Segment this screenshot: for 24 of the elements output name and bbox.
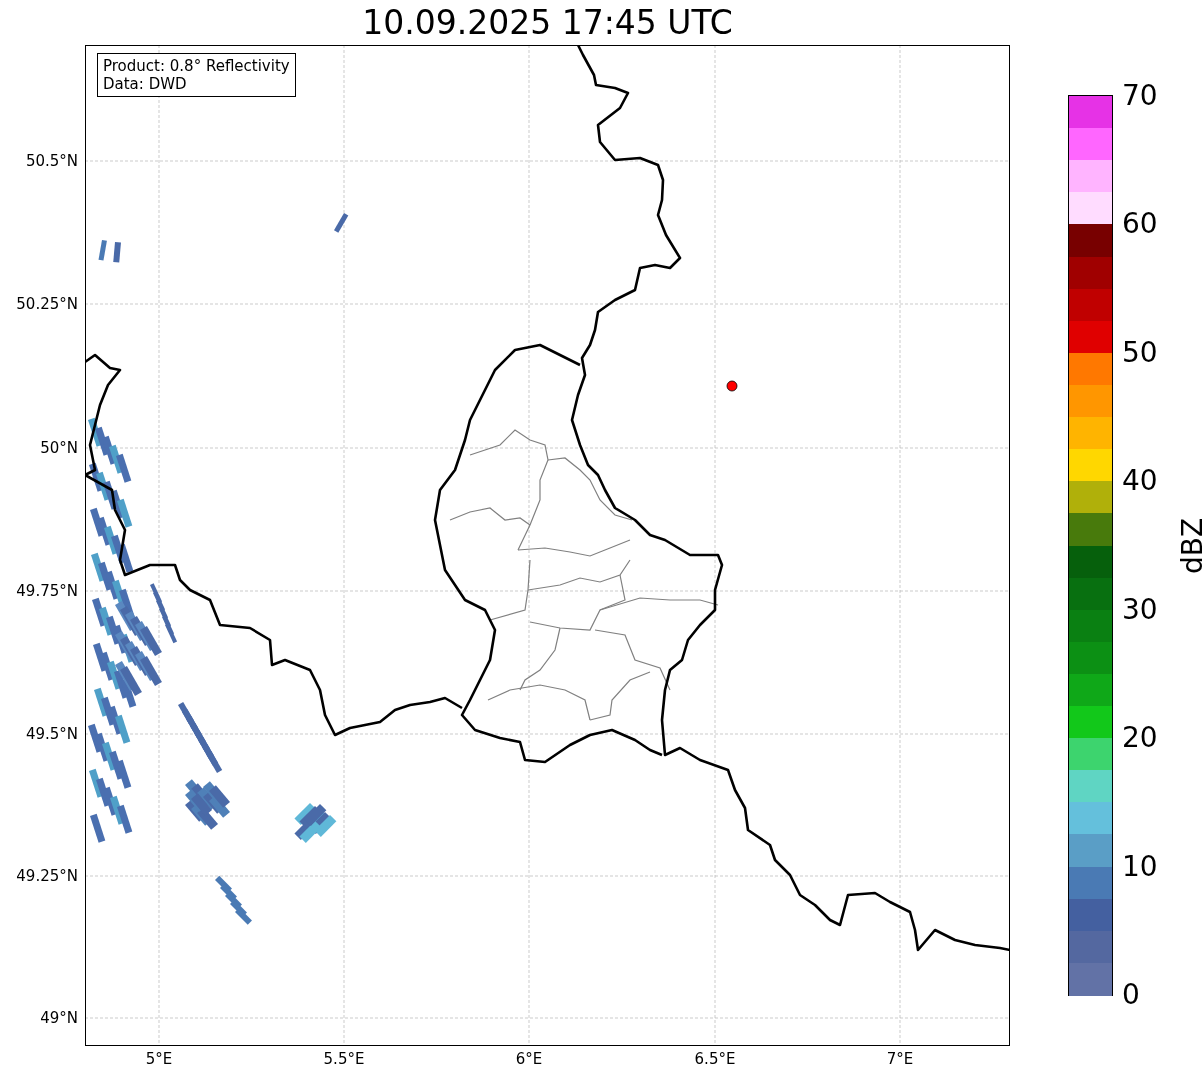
scale-label: 20: [1122, 722, 1158, 755]
latitude-label: 50°N: [39, 438, 78, 458]
scale-label: 40: [1122, 465, 1158, 498]
latitude-label: 50.25°N: [15, 294, 78, 314]
scale-label: 70: [1122, 80, 1158, 112]
scale-label: 30: [1122, 593, 1158, 626]
longitude-label: 6.5°E: [693, 1049, 737, 1069]
latitude-label: 49°N: [39, 1008, 78, 1028]
longitude-label: 6°E: [514, 1049, 544, 1069]
info-text: Data: DWD: [103, 75, 188, 93]
latitude-label: 49.25°N: [15, 866, 78, 886]
scale-label: 50: [1122, 336, 1158, 369]
scale-label: 0: [1122, 979, 1140, 1011]
longitude-label: 5°E: [144, 1049, 174, 1069]
longitude-label: 7°E: [885, 1049, 915, 1069]
longitude-label: 5.5°E: [322, 1049, 366, 1069]
latitude-label: 49.75°N: [15, 581, 78, 601]
latitude-label: 50.5°N: [24, 151, 78, 171]
unit-label: dBZ: [1177, 517, 1202, 575]
chart-title: 10.09.2025 17:45 UTC: [361, 2, 734, 44]
scale-label: 10: [1122, 850, 1158, 883]
info-text: Product: 0.8° Reflectivity: [103, 57, 290, 75]
latitude-label: 49.5°N: [24, 724, 78, 744]
scale-label: 60: [1122, 208, 1158, 241]
